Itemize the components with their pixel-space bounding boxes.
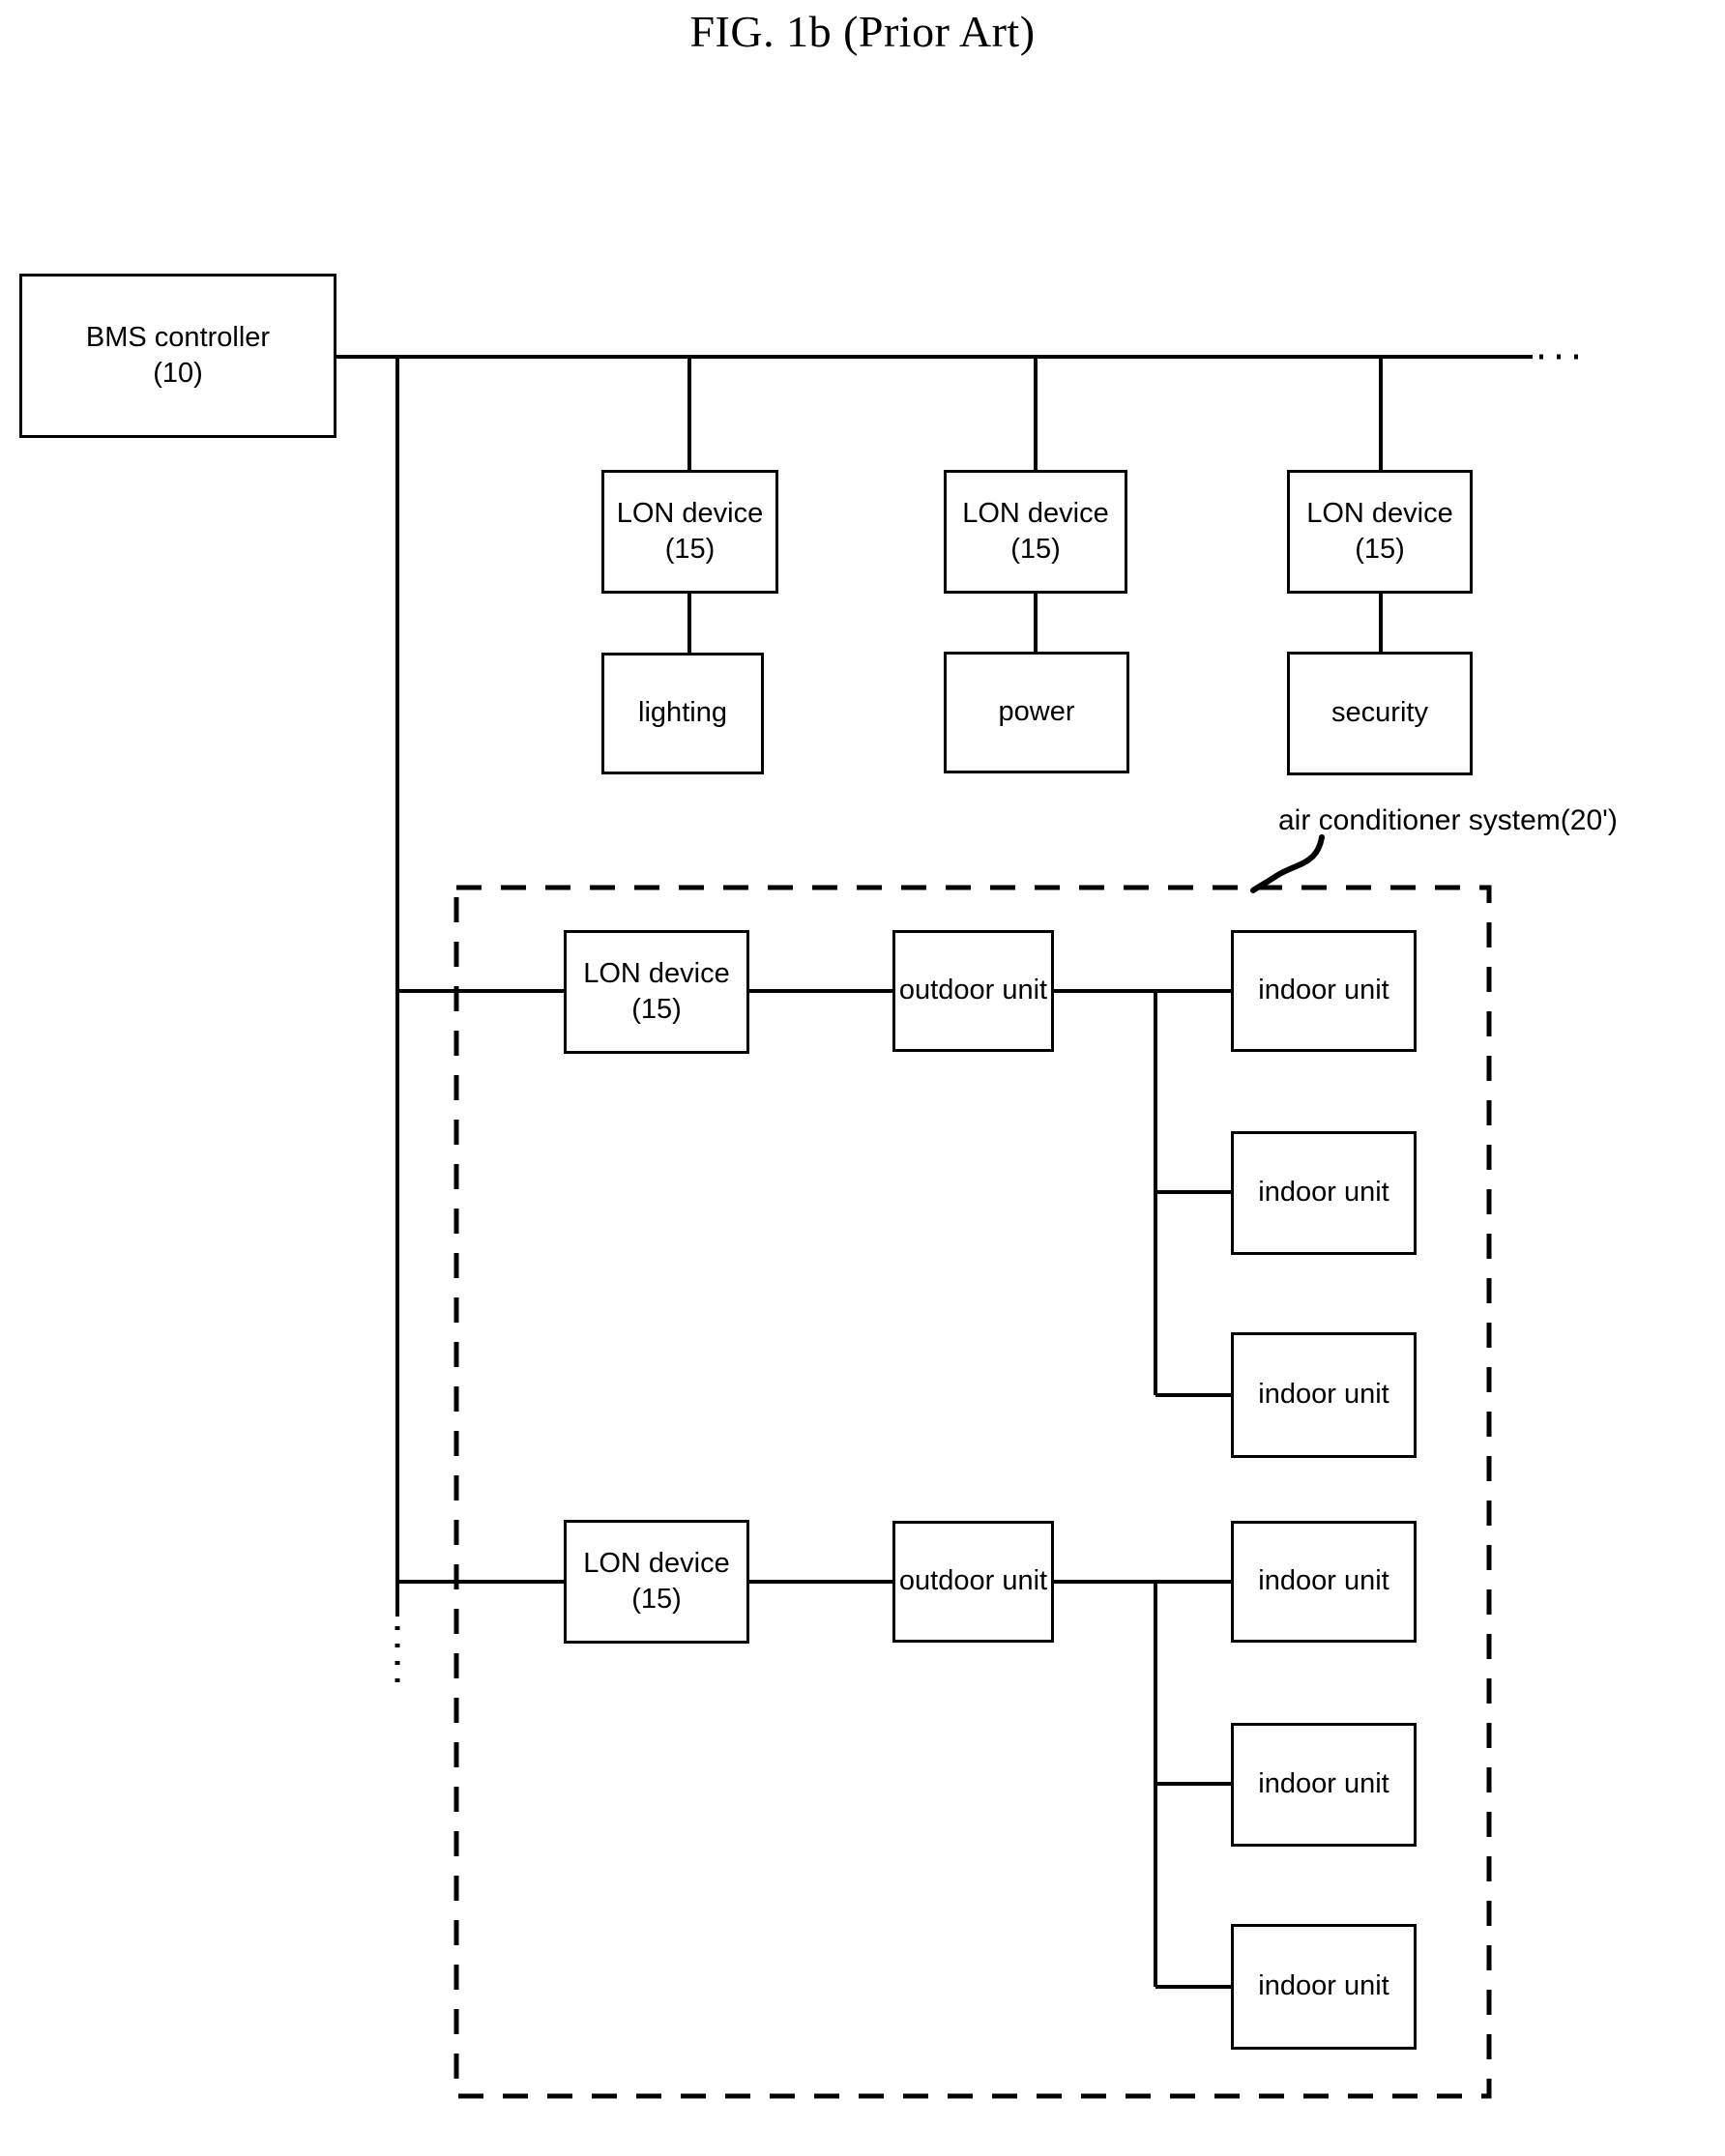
bms-controller-node[interactable]: BMS controller (10) — [19, 274, 336, 438]
indoor-unit-2-1-label: indoor unit — [1258, 1565, 1389, 1597]
outdoor-unit-2-label: outdoor unit — [898, 1565, 1048, 1597]
lon-device-power-ref: (15) — [1010, 534, 1061, 565]
power-node[interactable]: power — [944, 652, 1129, 773]
lon-device-lighting-label: LON device — [616, 497, 764, 529]
bms-controller-ref: (10) — [153, 358, 203, 389]
air-conditioner-system-leader-line — [1250, 834, 1325, 893]
bms-controller-label: BMS controller — [85, 321, 271, 353]
lighting-label: lighting — [638, 697, 727, 729]
indoor-unit-1-1-label: indoor unit — [1258, 975, 1389, 1006]
indoor-unit-1-1-node[interactable]: indoor unit — [1231, 930, 1417, 1052]
indoor-unit-1-2-label: indoor unit — [1258, 1177, 1389, 1209]
lon-device-security-ref: (15) — [1355, 534, 1405, 565]
power-label: power — [998, 696, 1075, 728]
security-label: security — [1331, 697, 1428, 729]
indoor-unit-2-1-node[interactable]: indoor unit — [1231, 1521, 1417, 1643]
lon-device-power-node[interactable]: LON device (15) — [944, 470, 1127, 594]
indoor-unit-2-2-label: indoor unit — [1258, 1768, 1389, 1800]
lon-device-ac2-label: LON device — [583, 1547, 730, 1579]
security-node[interactable]: security — [1287, 652, 1473, 775]
lon-device-security-label: LON device — [1306, 497, 1453, 529]
indoor-unit-1-3-label: indoor unit — [1258, 1379, 1389, 1411]
lon-device-ac2-node[interactable]: LON device (15) — [564, 1520, 749, 1644]
lon-device-ac1-ref: (15) — [631, 994, 682, 1025]
lon-device-lighting-ref: (15) — [664, 534, 716, 565]
air-conditioner-system-boundary — [453, 885, 1492, 2099]
indoor-unit-2-2-node[interactable]: indoor unit — [1231, 1723, 1417, 1847]
air-conditioner-system-caption: air conditioner system(20') — [1278, 804, 1618, 836]
outdoor-unit-1-node[interactable]: outdoor unit — [892, 930, 1054, 1052]
outdoor-unit-2-node[interactable]: outdoor unit — [892, 1521, 1054, 1643]
lon-device-ac2-ref: (15) — [631, 1584, 682, 1615]
lon-device-ac1-node[interactable]: LON device (15) — [564, 930, 749, 1054]
figure-page: FIG. 1b (Prior Art) BMS controller (10) … — [0, 0, 1725, 2156]
indoor-unit-2-3-node[interactable]: indoor unit — [1231, 1924, 1417, 2050]
indoor-unit-2-3-label: indoor unit — [1258, 1970, 1389, 2002]
lon-device-security-node[interactable]: LON device (15) — [1287, 470, 1473, 594]
lon-device-power-label: LON device — [962, 497, 1109, 529]
lon-device-lighting-node[interactable]: LON device (15) — [601, 470, 778, 594]
outdoor-unit-1-label: outdoor unit — [898, 975, 1048, 1006]
lighting-node[interactable]: lighting — [601, 653, 764, 774]
indoor-unit-1-3-node[interactable]: indoor unit — [1231, 1332, 1417, 1458]
lon-device-ac1-label: LON device — [583, 957, 730, 989]
indoor-unit-1-2-node[interactable]: indoor unit — [1231, 1131, 1417, 1255]
